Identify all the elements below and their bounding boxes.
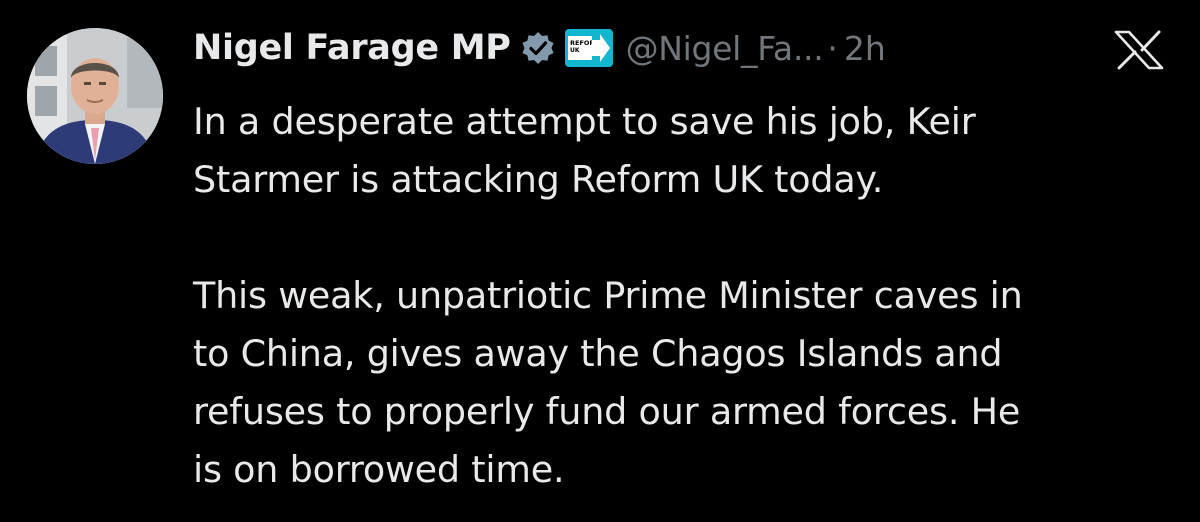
- tweet-paragraph-1: In a desperate attempt to save his job, …: [193, 93, 1183, 209]
- avatar[interactable]: [27, 28, 163, 164]
- affiliate-text-uk: UK: [570, 47, 580, 54]
- tweet-line: is on borrowed time.: [193, 448, 565, 491]
- tweet-header: Nigel Farage MP REFORM UK @Nigel_Fa... ·…: [193, 22, 886, 74]
- tweet-paragraph-2: This weak, unpatriotic Prime Minister ca…: [193, 267, 1183, 499]
- reform-uk-affiliate-icon[interactable]: REFORM UK: [564, 28, 614, 68]
- tweet-line: refuses to properly fund our armed force…: [193, 390, 1021, 433]
- tweet-body: In a desperate attempt to save his job, …: [193, 93, 1183, 499]
- author-handle[interactable]: @Nigel_Fa...: [626, 29, 824, 68]
- tweet-line: This weak, unpatriotic Prime Minister ca…: [193, 274, 1023, 317]
- tweet-line: to China, gives away the Chagos Islands …: [193, 332, 1003, 375]
- avatar-photo: [27, 28, 163, 164]
- timestamp[interactable]: 2h: [844, 29, 886, 68]
- meta-separator: ·: [827, 28, 838, 68]
- author-name[interactable]: Nigel Farage MP: [193, 28, 511, 68]
- verified-badge-icon: [520, 30, 556, 66]
- tweet-line: Starmer is attacking Reform UK today.: [193, 158, 884, 201]
- tweet-line: In a desperate attempt to save his job, …: [193, 100, 976, 143]
- x-logo-icon[interactable]: [1112, 30, 1166, 70]
